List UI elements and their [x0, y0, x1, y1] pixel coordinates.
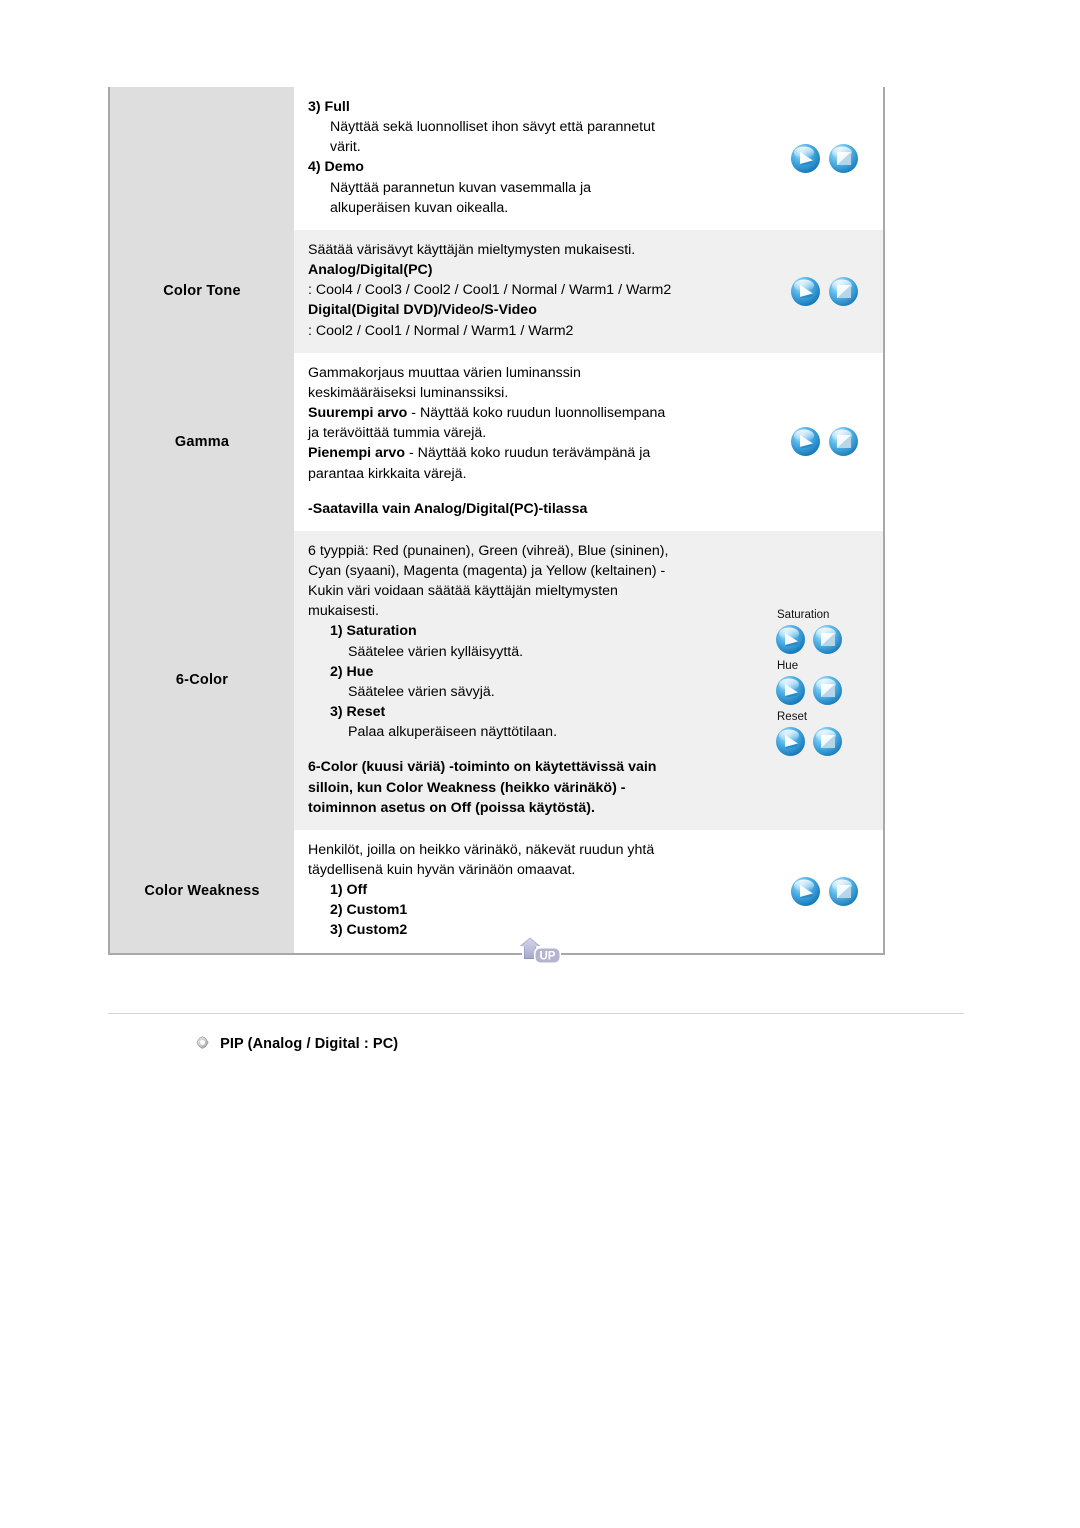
- row-label-cell: [109, 87, 294, 230]
- play-icon[interactable]: [775, 624, 806, 655]
- body-text: : Cool2 / Cool1 / Normal / Warm1 / Warm2: [308, 322, 574, 339]
- row-label-cell: 6-Color: [109, 530, 294, 830]
- table-row: 3) Full Näyttää sekä luonnolliset ihon s…: [109, 87, 884, 230]
- play-icon[interactable]: [775, 675, 806, 706]
- body-heading: 1) Off: [330, 882, 368, 899]
- body-text: 6 tyyppiä: Red (punainen), Green (vihreä…: [308, 542, 669, 559]
- body-text: alkuperäisen kuvan oikealla.: [330, 199, 509, 216]
- icon-caption-saturation: Saturation: [777, 609, 830, 622]
- enter-icon[interactable]: [828, 426, 859, 457]
- body-note: silloin, kun Color Weakness (heikko väri…: [308, 779, 626, 796]
- body-text: Säätää värisävyt käyttäjän mieltymysten …: [308, 241, 636, 258]
- body-emphasis: Suurempi arvo: [308, 405, 408, 422]
- button-pair: [766, 624, 883, 655]
- body-note: 6-Color (kuusi väriä) -toiminto on käyte…: [308, 759, 657, 776]
- document-page: 3) Full Näyttää sekä luonnolliset ihon s…: [0, 0, 1080, 1528]
- button-pair: [789, 276, 859, 307]
- icon-group-saturation: Saturation: [766, 609, 883, 655]
- icon-group-reset: Reset: [766, 711, 883, 757]
- body-heading: 3) Reset: [330, 704, 386, 721]
- body-heading: 2) Hue: [330, 663, 374, 680]
- body-heading: 1) Saturation: [330, 623, 417, 640]
- body-text: - Näyttää koko ruudun luonnollisempana: [407, 405, 666, 422]
- row-label-cell: Gamma: [109, 352, 294, 531]
- row-icons-cell: [766, 352, 884, 531]
- enter-icon[interactable]: [812, 726, 843, 757]
- button-pair: [766, 726, 883, 757]
- body-text: Henkilöt, joilla on heikko värinäkö, näk…: [308, 841, 655, 858]
- up-button-container: UP: [0, 930, 1080, 979]
- play-icon[interactable]: [790, 876, 821, 907]
- row-body-cell: 6 tyyppiä: Red (punainen), Green (vihreä…: [294, 530, 766, 830]
- body-spacer: [308, 484, 752, 499]
- row-icons-cell: [766, 229, 884, 353]
- row-label-cell: Color Tone: [109, 229, 294, 353]
- play-icon[interactable]: [790, 276, 821, 307]
- body-text: Palaa alkuperäiseen näyttötilaan.: [348, 724, 558, 741]
- body-heading: 3) Full: [308, 99, 350, 115]
- pip-section-heading: PIP (Analog / Digital : PC): [196, 1036, 398, 1052]
- body-mixed-line: Pienempi arvo - Näyttää koko ruudun terä…: [308, 443, 752, 463]
- diamond-bullet-icon: [196, 1036, 209, 1049]
- body-text: Säätelee värien sävyjä.: [348, 683, 495, 700]
- play-icon[interactable]: [775, 726, 806, 757]
- up-arrow-icon[interactable]: UP: [513, 930, 567, 974]
- body-text: Näyttää sekä luonnolliset ihon sävyt ett…: [330, 119, 655, 136]
- enter-icon[interactable]: [812, 624, 843, 655]
- body-note: toiminnon asetus on Off (poissa käytöstä…: [308, 799, 595, 816]
- enter-icon[interactable]: [828, 876, 859, 907]
- body-text: ja terävöittää tummia värejä.: [308, 425, 487, 442]
- row-icons-cell: Saturation Hue Reset: [766, 530, 884, 830]
- body-mixed-line: Suurempi arvo - Näyttää koko ruudun luon…: [308, 403, 752, 423]
- body-note: -Saatavilla vain Analog/Digital(PC)-tila…: [308, 500, 588, 517]
- row-body-cell: Säätää värisävyt käyttäjän mieltymysten …: [294, 229, 766, 353]
- row-label-color-tone: Color Tone: [163, 283, 241, 300]
- body-heading: 2) Custom1: [330, 902, 408, 919]
- play-icon[interactable]: [790, 426, 821, 457]
- body-heading: Analog/Digital(PC): [308, 262, 433, 279]
- section-divider: [108, 1013, 964, 1014]
- icon-caption-reset: Reset: [777, 710, 808, 723]
- play-icon[interactable]: [790, 143, 821, 174]
- body-text: - Näyttää koko ruudun terävämpänä ja: [405, 445, 651, 462]
- body-text: mukaisesti.: [308, 603, 379, 620]
- button-pair: [789, 876, 859, 907]
- body-text: Kukin väri voidaan säätää käyttäjän miel…: [308, 583, 618, 600]
- row-icons-cell: [766, 87, 884, 230]
- row-body-cell: 3) Full Näyttää sekä luonnolliset ihon s…: [294, 87, 766, 230]
- body-text: täydellisenä kuin hyvän värinäön omaavat…: [308, 862, 576, 878]
- button-pair: [766, 675, 883, 706]
- body-text: värit.: [330, 139, 361, 156]
- body-text: Säätelee värien kylläisyyttä.: [348, 643, 524, 660]
- enter-icon[interactable]: [828, 276, 859, 307]
- enter-icon[interactable]: [812, 675, 843, 706]
- table-row: Color Tone Säätää värisävyt käyttäjän mi…: [109, 229, 884, 353]
- row-label-gamma: Gamma: [174, 433, 230, 450]
- body-emphasis: Pienempi arvo: [308, 445, 405, 462]
- body-text: Cyan (syaani), Magenta (magenta) ja Yell…: [308, 562, 666, 579]
- button-pair: [789, 143, 859, 174]
- up-button-label: UP: [540, 951, 556, 963]
- body-text: : Cool4 / Cool3 / Cool2 / Cool1 / Normal…: [308, 282, 672, 299]
- body-heading: 4) Demo: [308, 159, 364, 176]
- body-text: parantaa kirkkaita värejä.: [308, 465, 467, 482]
- pip-section-title: PIP (Analog / Digital : PC): [220, 1036, 399, 1052]
- body-spacer: [308, 742, 752, 757]
- table-body: 3) Full Näyttää sekä luonnolliset ihon s…: [109, 87, 884, 954]
- body-text: Näyttää parannetun kuvan vasemmalla ja: [330, 179, 592, 196]
- row-label-color-weakness: Color Weakness: [144, 883, 260, 900]
- body-text: Gammakorjaus muuttaa värien luminanssin: [308, 364, 581, 381]
- row-body-cell: Gammakorjaus muuttaa värien luminanssin …: [294, 352, 766, 531]
- row-label-6-color: 6-Color: [175, 672, 229, 689]
- body-text: keskimääräiseksi luminanssiksi.: [308, 384, 509, 401]
- body-heading: Digital(Digital DVD)/Video/S-Video: [308, 302, 537, 319]
- table-row: Gamma Gammakorjaus muuttaa värien lumina…: [109, 352, 884, 531]
- icon-group-hue: Hue: [766, 660, 883, 706]
- button-pair: [789, 426, 859, 457]
- osd-feature-table: 3) Full Näyttää sekä luonnolliset ihon s…: [108, 87, 885, 955]
- enter-icon[interactable]: [828, 143, 859, 174]
- icon-caption-hue: Hue: [777, 659, 799, 672]
- table-row: 6-Color 6 tyyppiä: Red (punainen), Green…: [109, 530, 884, 830]
